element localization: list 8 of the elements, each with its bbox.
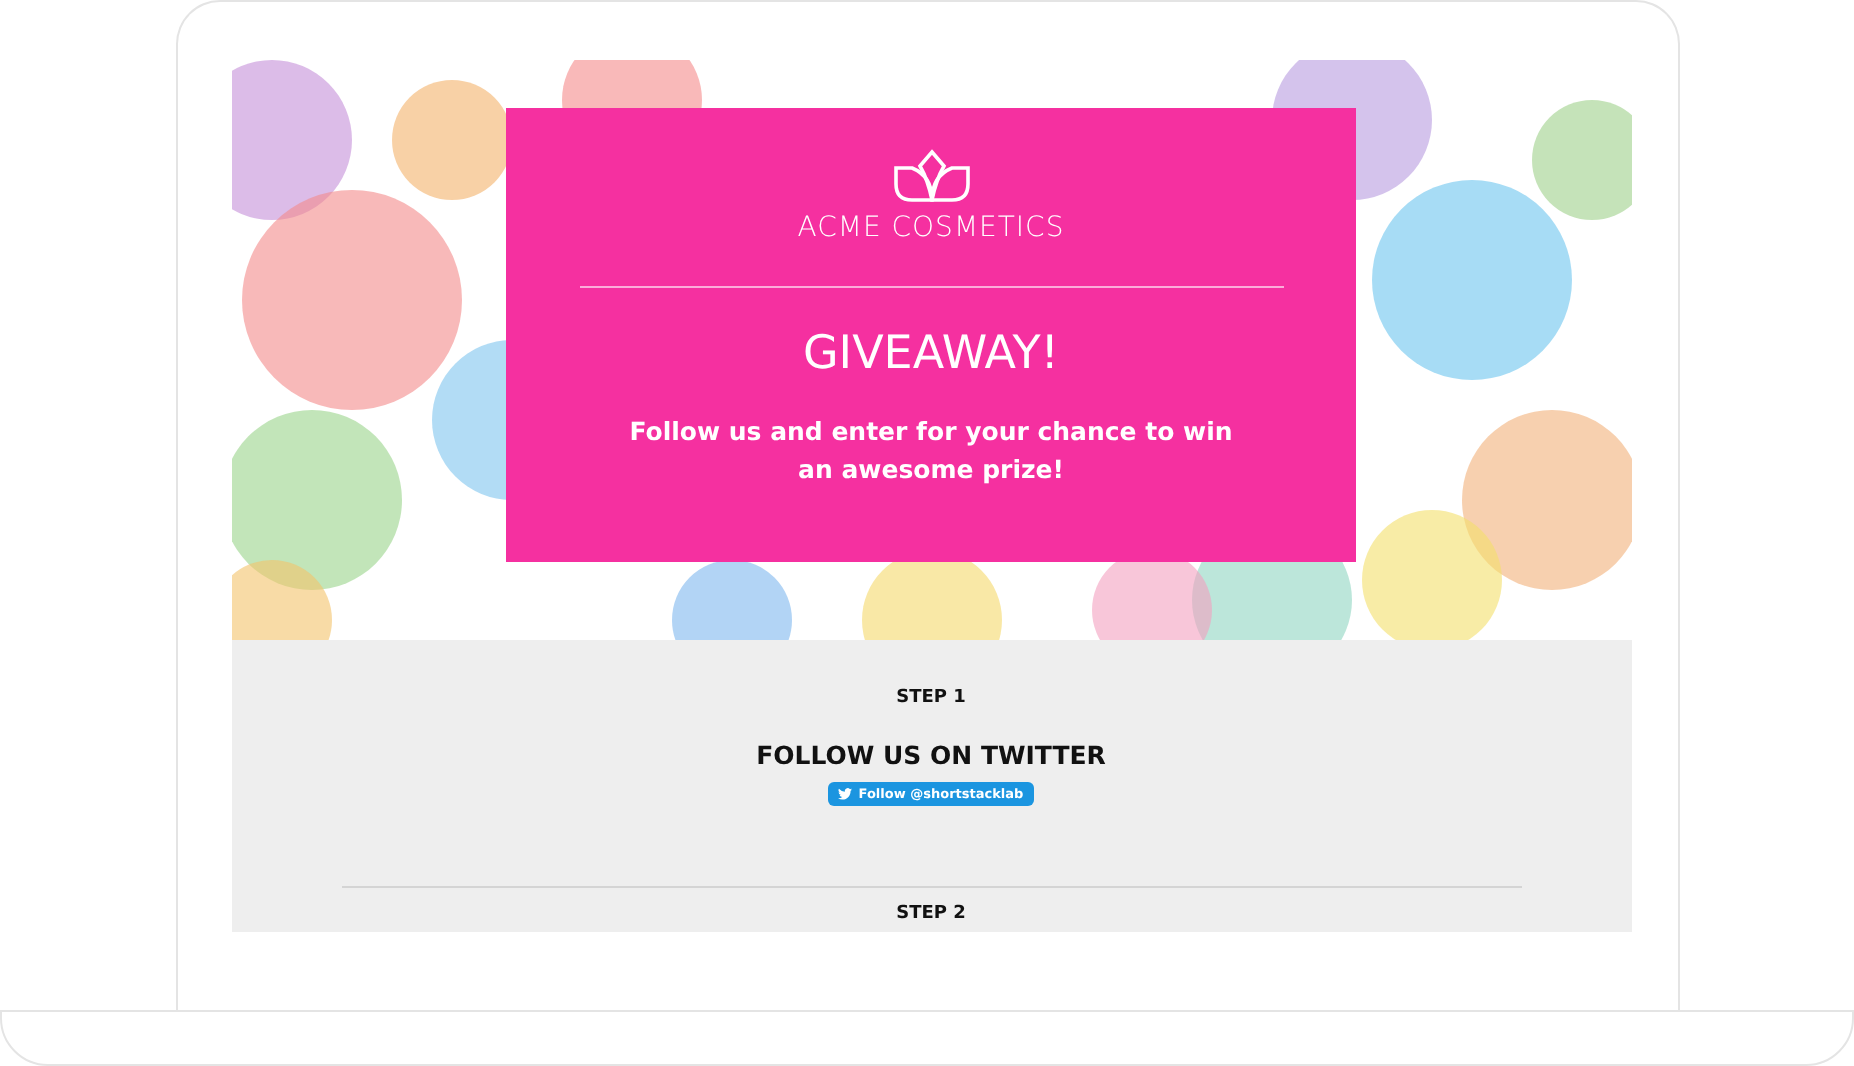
giveaway-title: GIVEAWAY!	[802, 328, 1060, 380]
step-label: STEP 2	[896, 904, 966, 924]
brand-name: ACME COSMETICS	[797, 212, 1065, 244]
step-label: STEP 1	[896, 688, 966, 708]
bird-icon	[838, 788, 853, 800]
lotus-logo-icon	[891, 148, 971, 204]
step-heading: FOLLOW US ON TWITTER	[756, 740, 1106, 770]
giveaway-subtitle: Follow us and enter for your chance to win an awesome prize!	[627, 414, 1235, 488]
